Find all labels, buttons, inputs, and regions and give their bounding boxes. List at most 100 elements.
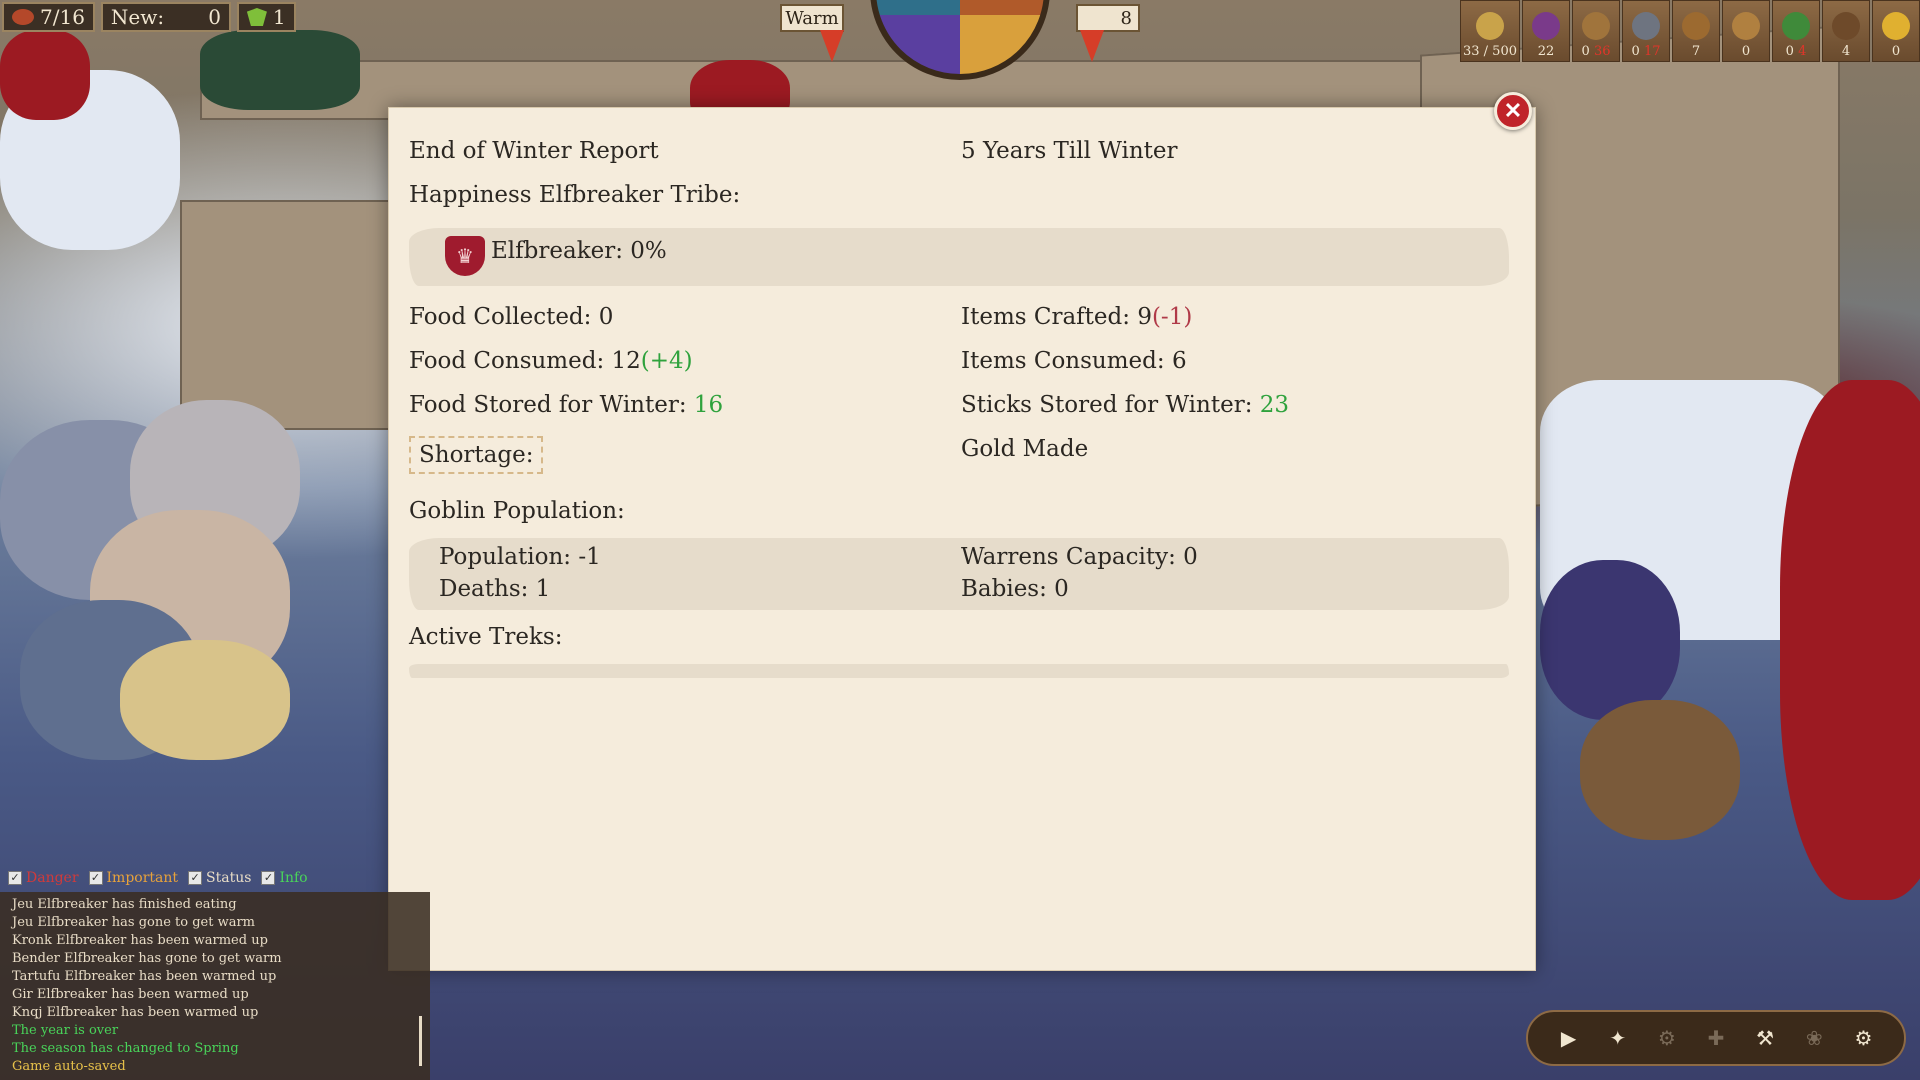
resource-count: 0 4 [1785,44,1807,59]
turtle-icon [1782,12,1810,40]
new-goblins-box[interactable]: New: 0 [100,2,231,32]
log-filter-label: Important [106,870,179,886]
log-filter-danger[interactable]: ✓ Danger [8,868,79,888]
resource-hammer[interactable]: 4 [1822,0,1870,62]
log-line: Tartufu Elfbreaker has been warmed up [12,969,277,984]
tribe-happiness: Elfbreaker: 0% [491,238,667,264]
log-line: The year is over [12,1023,119,1038]
log-line: Jeu Elfbreaker has gone to get warm [12,915,256,930]
idle-goblins-box[interactable]: 1 [236,2,296,32]
paw-icon[interactable]: ❀ [1799,1023,1829,1053]
resource-count: 22 [1537,44,1555,59]
season-dial[interactable] [870,0,1050,80]
berry-icon [1532,12,1560,40]
log-scrollbar[interactable] [419,1016,422,1066]
resource-berry[interactable]: 22 [1522,0,1570,62]
items-crafted-delta: (-1) [1151,304,1193,330]
treks-band [409,664,1509,678]
stone-icon [1632,12,1660,40]
checkbox-icon[interactable]: ✓ [8,871,22,885]
new-count: 0 [208,5,221,29]
resource-log[interactable]: 7 [1672,0,1720,62]
close-report-button[interactable]: ✕ [1494,92,1532,130]
log-filter-info[interactable]: ✓ Info [261,868,308,888]
log-filter-important[interactable]: ✓ Important [88,868,179,888]
log-line: Jeu Elfbreaker has finished eating [12,897,237,912]
log-line: The season has changed to Spring [12,1041,239,1056]
babies: Babies: 0 [961,576,1069,602]
gold-icon [1882,12,1910,40]
resource-count: 0 [1891,44,1901,59]
items-crafted: Items Crafted: 9(-1) [961,304,1193,330]
resource-scales[interactable]: 33 / 500 [1460,0,1520,62]
build-icon[interactable]: ⚙ [1652,1023,1682,1053]
tribe-crown-icon: ♛ [445,236,485,276]
resource-gold[interactable]: 0 [1872,0,1920,62]
log-filter-label: Danger [26,870,79,886]
end-of-winter-report: End of Winter Report 5 Years Till Winter… [388,107,1536,971]
log-line: Knqj Elfbreaker has been warmed up [12,1005,259,1020]
gold-made: Gold Made [961,436,1089,462]
shortage-box[interactable]: Shortage: [409,436,544,474]
items-consumed: Items Consumed: 6 [961,348,1187,374]
play-icon[interactable]: ▶ [1554,1023,1584,1053]
resource-count: 0 [1741,44,1751,59]
bottom-toolbar: ▶ ✦ ⚙ ✚ ⚒ ❀ ⚙ [1526,1010,1906,1066]
close-icon: ✕ [1503,98,1523,124]
goblin-head-icon [246,8,267,26]
new-label: New: [110,5,165,29]
resource-count: 33 / 500 [1463,44,1517,59]
warrens-capacity: Warrens Capacity: 0 [961,544,1198,570]
hammer-icon [1832,12,1860,40]
log-line: Gir Elfbreaker has been warmed up [12,987,249,1002]
population: Population: -1 [439,544,601,570]
sticks-icon [1582,12,1610,40]
checkbox-icon[interactable]: ✓ [88,871,103,885]
log-icon [1682,12,1710,40]
food-collected: Food Collected: 0 [409,304,614,330]
log-filter-label: Status [206,870,252,886]
report-title: End of Winter Report [409,138,659,164]
resource-turtle[interactable]: 0 4 [1772,0,1820,62]
season-counter: 8 [1076,4,1140,32]
season-flag-left [820,30,844,62]
log-line: Game auto-saved [12,1059,126,1074]
log-filter-status[interactable]: ✓ Status [188,868,251,888]
log-filters: ✓ Danger ✓ Important ✓ Status ✓ Info [8,868,308,888]
resource-sticks[interactable]: 0 36 [1572,0,1620,62]
idle-count: 1 [272,5,286,29]
event-log[interactable]: Jeu Elfbreaker has finished eating Jeu El… [0,892,430,1080]
checkbox-icon[interactable]: ✓ [188,871,203,885]
resource-stone[interactable]: 0 17 [1622,0,1670,62]
deaths: Deaths: 1 [439,576,551,602]
plank-icon [1732,12,1760,40]
season-label: Warm [780,4,844,32]
log-filter-label: Info [279,870,308,886]
scales-icon [1476,12,1504,40]
season-flag-right [1080,30,1104,62]
goblin-count: 7/16 [40,5,85,29]
active-treks: Active Treks: [409,624,563,650]
resource-count: 0 36 [1581,44,1611,59]
food-stored: Food Stored for Winter: 16 [409,392,724,418]
log-line: Kronk Elfbreaker has been warmed up [12,933,268,948]
goblin-population-icon [12,9,34,25]
hammer-icon[interactable]: ⚒ [1750,1023,1780,1053]
resource-bar: 33 / 500 22 0 36 0 17 7 0 0 4 4 0 [1460,0,1920,62]
plus-icon[interactable]: ✚ [1701,1023,1731,1053]
sticks-stored-value: 23 [1259,392,1290,418]
resource-count: 7 [1691,44,1701,59]
log-line: Bender Elfbreaker has gone to get warm [12,951,282,966]
season-indicator: Warm 8 [780,0,1140,82]
checkbox-icon[interactable]: ✓ [261,871,276,885]
food-consumed-delta: (+4) [640,348,693,374]
goblin-count-box[interactable]: 7/16 [2,2,95,32]
years-till-winter: 5 Years Till Winter [961,138,1178,164]
top-left-hud: 7/16 New: 0 1 [2,2,296,32]
food-stored-value: 16 [693,392,724,418]
resource-plank[interactable]: 0 [1722,0,1770,62]
settings-icon[interactable]: ⚙ [1848,1023,1878,1053]
goblin-icon[interactable]: ✦ [1603,1023,1633,1053]
food-consumed: Food Consumed: 12(+4) [409,348,693,374]
population-heading: Goblin Population: [409,498,625,524]
